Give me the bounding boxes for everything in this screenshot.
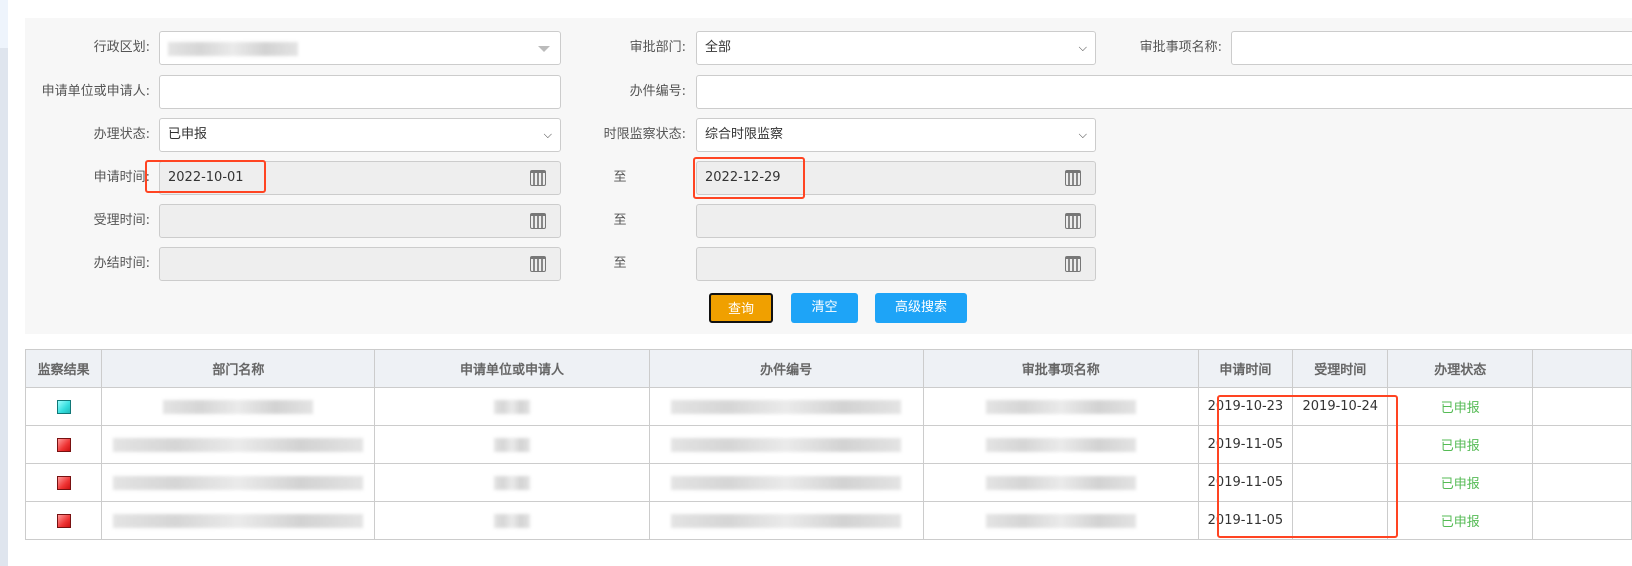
dept-name-cell xyxy=(101,425,376,464)
case-no-input[interactable] xyxy=(696,75,1632,109)
applicant-cell xyxy=(374,387,650,426)
calendar-icon[interactable] xyxy=(530,256,546,272)
monitor-result xyxy=(24,501,103,540)
case-no-cell xyxy=(648,387,924,426)
chevron-down-icon: ⌵ xyxy=(1078,41,1087,54)
finish-time-label: 办结时间: xyxy=(93,256,150,271)
apply-time-label: 申请时间: xyxy=(93,170,150,185)
calendar-icon[interactable] xyxy=(1065,213,1081,229)
dept-label: 审批部门: xyxy=(629,40,686,55)
red-status-icon xyxy=(56,513,71,528)
calendar-icon[interactable] xyxy=(1065,256,1081,272)
item-name-cell xyxy=(922,501,1199,540)
dept-name-cell xyxy=(101,463,376,502)
red-status-icon xyxy=(56,437,71,452)
status-label: 办理状态: xyxy=(93,127,150,142)
accept-time-cell xyxy=(1292,463,1389,502)
status-cell: 已申报 xyxy=(1387,425,1534,464)
sidebar-edge xyxy=(0,0,8,566)
case-no-cell xyxy=(648,463,924,502)
monitor-label: 时限监察状态: xyxy=(603,127,686,142)
dept-name-cell xyxy=(101,387,376,426)
calendar-icon[interactable] xyxy=(530,170,546,186)
monitor-result xyxy=(24,463,103,502)
apply-from-input[interactable]: 2022-10-01 xyxy=(159,161,561,195)
applicant-label: 申请单位或申请人: xyxy=(41,84,150,99)
item-name-cell xyxy=(922,463,1199,502)
clear-button[interactable]: 清空 xyxy=(791,293,858,323)
case-no-cell xyxy=(648,425,924,464)
col-header[interactable]: 办理状态 xyxy=(1387,349,1534,388)
finish-from-input[interactable] xyxy=(159,247,561,281)
col-header[interactable] xyxy=(1532,349,1632,388)
results-table: 监察结果 部门名称 申请单位或申请人 办件编号 审批事项名称 申请时间 受理时间… xyxy=(24,349,1632,540)
case-no-label: 办件编号: xyxy=(629,84,686,99)
accept-time-cell xyxy=(1292,425,1389,464)
advanced-search-button[interactable]: 高级搜索 xyxy=(875,293,967,323)
col-header[interactable]: 审批事项名称 xyxy=(922,349,1199,388)
status-select[interactable]: 已申报 ⌵ xyxy=(159,118,561,152)
status-cell: 已申报 xyxy=(1387,501,1534,540)
case-no-cell xyxy=(648,501,924,540)
status-cell: 已申报 xyxy=(1387,387,1534,426)
apply-time-cell: 2019-11-05 xyxy=(1197,425,1294,464)
applicant-input[interactable] xyxy=(159,75,561,109)
item-name-cell xyxy=(922,425,1199,464)
accept-time-label: 受理时间: xyxy=(93,213,150,228)
applicant-cell xyxy=(374,501,650,540)
finish-to-input[interactable] xyxy=(696,247,1096,281)
chevron-down-icon: ⌵ xyxy=(543,128,552,141)
status-value: 已申报 xyxy=(168,127,208,142)
item-label: 审批事项名称: xyxy=(1139,40,1222,55)
col-header[interactable]: 监察结果 xyxy=(24,349,103,388)
dropdown-arrow-icon xyxy=(538,46,550,52)
table-row[interactable]: 2019-11-05 已申报 xyxy=(24,463,1632,502)
col-header[interactable]: 部门名称 xyxy=(101,349,376,388)
query-button[interactable]: 查询 xyxy=(709,293,773,323)
cyan-status-icon xyxy=(56,399,71,414)
apply-time-cell: 2019-11-05 xyxy=(1197,501,1294,540)
to-label: 至 xyxy=(613,170,627,185)
dept-value: 全部 xyxy=(705,40,732,55)
calendar-icon[interactable] xyxy=(1065,170,1081,186)
chevron-down-icon: ⌵ xyxy=(1078,128,1087,141)
accept-from-input[interactable] xyxy=(159,204,561,238)
status-cell: 已申报 xyxy=(1387,463,1534,502)
dept-name-cell xyxy=(101,501,376,540)
col-header[interactable]: 受理时间 xyxy=(1292,349,1389,388)
monitor-select[interactable]: 综合时限监察 ⌵ xyxy=(696,118,1096,152)
col-header[interactable]: 申请时间 xyxy=(1197,349,1294,388)
apply-to-value: 2022-12-29 xyxy=(705,170,781,185)
accept-time-cell: 2019-10-24 xyxy=(1292,387,1389,426)
red-status-icon xyxy=(56,475,71,490)
table-row[interactable]: 2019-11-05 已申报 xyxy=(24,425,1632,464)
accept-to-input[interactable] xyxy=(696,204,1096,238)
dept-select[interactable]: 全部 ⌵ xyxy=(696,31,1096,65)
col-header[interactable]: 办件编号 xyxy=(648,349,924,388)
monitor-result xyxy=(24,425,103,464)
region-label: 行政区划: xyxy=(93,40,150,55)
apply-from-value: 2022-10-01 xyxy=(168,170,244,185)
item-input[interactable] xyxy=(1231,31,1632,65)
table-row[interactable]: 2019-10-23 2019-10-24 已申报 xyxy=(24,387,1632,426)
to-label: 至 xyxy=(613,213,627,228)
table-row[interactable]: 2019-11-05 已申报 xyxy=(24,501,1632,540)
apply-time-cell: 2019-11-05 xyxy=(1197,463,1294,502)
region-select[interactable] xyxy=(159,31,561,65)
monitor-result xyxy=(24,387,103,426)
applicant-cell xyxy=(374,425,650,464)
apply-to-input[interactable]: 2022-12-29 xyxy=(696,161,1096,195)
applicant-cell xyxy=(374,463,650,502)
item-name-cell xyxy=(922,387,1199,426)
col-header[interactable]: 申请单位或申请人 xyxy=(374,349,650,388)
apply-time-cell: 2019-10-23 xyxy=(1197,387,1294,426)
monitor-value: 综合时限监察 xyxy=(705,127,784,142)
accept-time-cell xyxy=(1292,501,1389,540)
to-label: 至 xyxy=(613,256,627,271)
calendar-icon[interactable] xyxy=(530,213,546,229)
